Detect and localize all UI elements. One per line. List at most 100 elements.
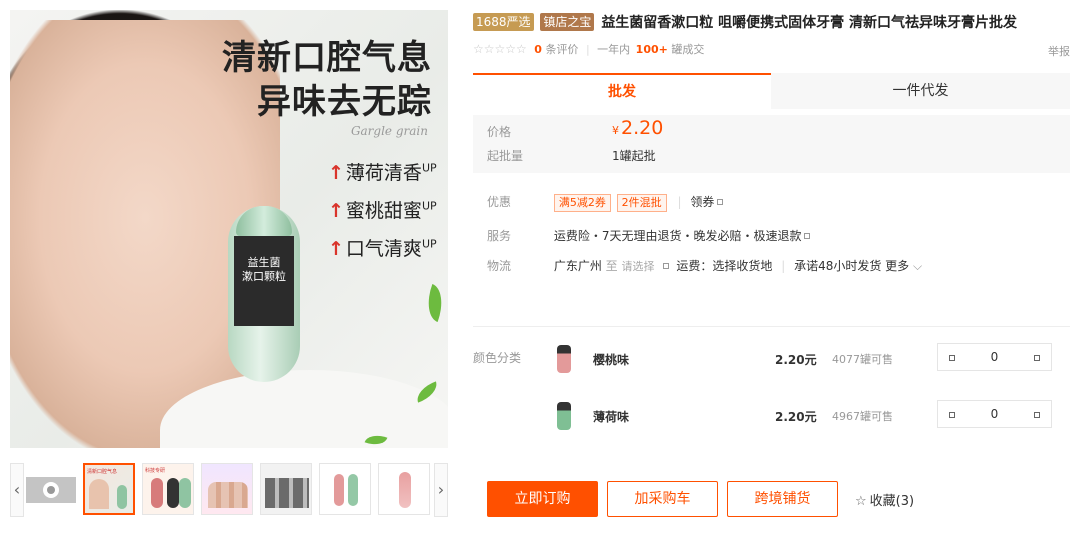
promo-chip-mix[interactable]: 2件混批: [616, 194, 667, 212]
hero-feature-2: ↑ 蜜桃甜蜜UP: [328, 196, 437, 223]
sku-selector: 颜色分类 樱桃味 2.20元 4077罐可售 薄荷味 2.20元 4967罐可售: [473, 326, 1070, 442]
quantity-input[interactable]: [966, 404, 1023, 424]
thumbnail-tag: 科技专研: [145, 468, 166, 474]
bottle-label-line2: 漱口颗粒: [242, 270, 286, 283]
price-value: ¥2.20: [612, 117, 663, 139]
minus-icon: [949, 355, 955, 361]
action-bar: 立即订购 加采购车 跨境铺货 ☆ 收藏(3): [487, 481, 1047, 517]
quantity-stepper: [937, 343, 1052, 371]
sku-thumbnail[interactable]: [557, 402, 571, 430]
details-block: 优惠 满5减2券 2件混批 | 领券 服务 运费险・7天无理由退货・晚发必赔・极…: [473, 173, 1070, 283]
hero-headline-line1: 清新口腔气息: [222, 38, 432, 78]
sales-suffix: 罐成交: [671, 43, 705, 56]
tab-dropship[interactable]: 一件代发: [771, 73, 1070, 109]
price-number: 2.20: [621, 117, 664, 139]
bottle-label-line1: 益生菌: [247, 256, 281, 269]
thumb-next-button[interactable]: ›: [434, 463, 448, 517]
chevron-icon: [717, 199, 724, 205]
sales-count: 100+: [635, 43, 668, 56]
decrease-button[interactable]: [938, 401, 966, 427]
promo-chip-coupon[interactable]: 满5减2券: [553, 194, 611, 212]
product-page: 清新口腔气息 异味去无踪 Gargle grain ↑ 薄荷清香UP ↑ 蜜桃甜蜜U…: [0, 0, 1080, 536]
freight-text: 运费：选择收货地: [676, 259, 773, 273]
promo-row: 优惠 满5减2券 2件混批 | 领券: [487, 193, 724, 212]
destination-select[interactable]: 请选择: [622, 260, 655, 273]
purchase-mode-tabs: 批发 一件代发: [473, 73, 1070, 109]
up-arrow-icon: ↑: [328, 162, 344, 184]
buy-now-button[interactable]: 立即订购: [487, 481, 598, 517]
hero-feature-text: 口气清爽: [345, 238, 422, 260]
sku-name: 樱桃味: [593, 353, 630, 367]
star-icon: ☆: [855, 494, 867, 509]
sku-stock: 4077罐可售: [832, 353, 893, 366]
chevron-icon: [804, 233, 811, 239]
sku-price: 2.20元: [775, 410, 817, 424]
logistics-label: 物流: [487, 259, 512, 273]
logistics-row: 物流 广东广州 至 请选择 运费：选择收货地 | 承诺48小时发货 更多 ⌵: [487, 257, 922, 274]
decrease-button[interactable]: [938, 344, 966, 370]
product-info: 1688严选 镇店之宝 益生菌留香漱口粒 咀嚼便携式固体牙膏 清新口气祛异味牙膏…: [473, 12, 1070, 283]
thumbnail-strip: ‹ 清新口腔气息 科技专研 ›: [10, 463, 448, 517]
divider: |: [781, 259, 786, 273]
bottle-label: 益生菌 漱口颗粒: [234, 236, 294, 326]
thumbnail-2[interactable]: 科技专研: [142, 463, 194, 515]
review-suffix[interactable]: 条评价: [545, 43, 578, 56]
sku-row: 薄荷味 2.20元 4967罐可售: [557, 400, 1070, 440]
moq-value: 1罐起批: [612, 149, 656, 163]
moq-label: 起批量: [487, 149, 524, 163]
increase-button[interactable]: [1023, 344, 1051, 370]
sku-row: 樱桃味 2.20元 4077罐可售: [557, 343, 1070, 383]
quantity-stepper: [937, 400, 1052, 428]
video-thumbnail[interactable]: [26, 477, 76, 503]
hero-feature-text: 薄荷清香: [345, 162, 422, 184]
thumb-prev-button[interactable]: ‹: [10, 463, 24, 517]
hero-feature-sup: UP: [421, 237, 437, 251]
minus-icon: [949, 412, 955, 418]
plus-icon: [1034, 412, 1040, 418]
divider: |: [585, 43, 590, 56]
thumbnail-1[interactable]: 清新口腔气息: [83, 463, 135, 515]
sku-label: 颜色分类: [473, 351, 522, 365]
cross-border-button[interactable]: 跨境铺货: [727, 481, 838, 517]
sku-thumbnail[interactable]: [557, 345, 571, 373]
up-arrow-icon: ↑: [328, 238, 344, 260]
bottle-cap: [236, 206, 292, 236]
product-title-row: 1688严选 镇店之宝 益生菌留香漱口粒 咀嚼便携式固体牙膏 清新口气祛异味牙膏…: [473, 12, 1070, 35]
get-coupon-link[interactable]: 领券: [690, 195, 714, 209]
sales-prefix: 一年内: [597, 43, 631, 56]
more-link[interactable]: 更多: [885, 259, 909, 273]
hero-script-text: Gargle grain: [350, 124, 428, 138]
promo-label: 优惠: [487, 195, 512, 209]
add-to-cart-button[interactable]: 加采购车: [607, 481, 718, 517]
product-title: 益生菌留香漱口粒 咀嚼便携式固体牙膏 清新口气祛异味牙膏片批发: [601, 15, 1018, 31]
thumbnail-3[interactable]: [201, 463, 253, 515]
increase-button[interactable]: [1023, 401, 1051, 427]
quantity-input[interactable]: [966, 347, 1023, 367]
hero-feature-sup: UP: [421, 199, 437, 213]
hero-feature-1: ↑ 薄荷清香UP: [328, 158, 437, 185]
hero-headline: 清新口腔气息 异味去无踪: [222, 36, 432, 124]
report-link[interactable]: 举报: [1048, 43, 1070, 59]
service-row: 服务 运费险・7天无理由退货・晚发必赔・极速退款: [487, 227, 811, 244]
price-box: 价格 ¥2.20 起批量 1罐起批: [473, 115, 1070, 173]
favorite-label: 收藏(3): [869, 494, 915, 509]
play-icon: [43, 482, 59, 498]
thumbnail-6[interactable]: [378, 463, 430, 515]
thumbnail-4[interactable]: [260, 463, 312, 515]
location-icon: [662, 263, 669, 269]
review-count[interactable]: 0: [534, 43, 542, 56]
main-product-image[interactable]: 清新口腔气息 异味去无踪 Gargle grain ↑ 薄荷清香UP ↑ 蜜桃甜蜜U…: [10, 10, 448, 448]
service-label: 服务: [487, 229, 512, 243]
chevron-down-icon: ⌵: [909, 259, 923, 273]
sku-name: 薄荷味: [593, 410, 630, 424]
sku-price: 2.20元: [775, 353, 817, 367]
tab-wholesale[interactable]: 批发: [473, 73, 771, 109]
thumbnail-5[interactable]: [319, 463, 371, 515]
hero-feature-3: ↑ 口气清爽UP: [328, 234, 437, 261]
ship-promise: 承诺48小时发货: [794, 259, 882, 273]
hero-feature-sup: UP: [421, 161, 437, 175]
service-text[interactable]: 运费险・7天无理由退货・晚发必赔・极速退款: [554, 229, 802, 243]
product-bottle: 益生菌 漱口颗粒: [228, 206, 300, 382]
favorite-button[interactable]: ☆ 收藏(3): [855, 490, 914, 509]
badge-shop-treasure: 镇店之宝: [540, 13, 595, 31]
